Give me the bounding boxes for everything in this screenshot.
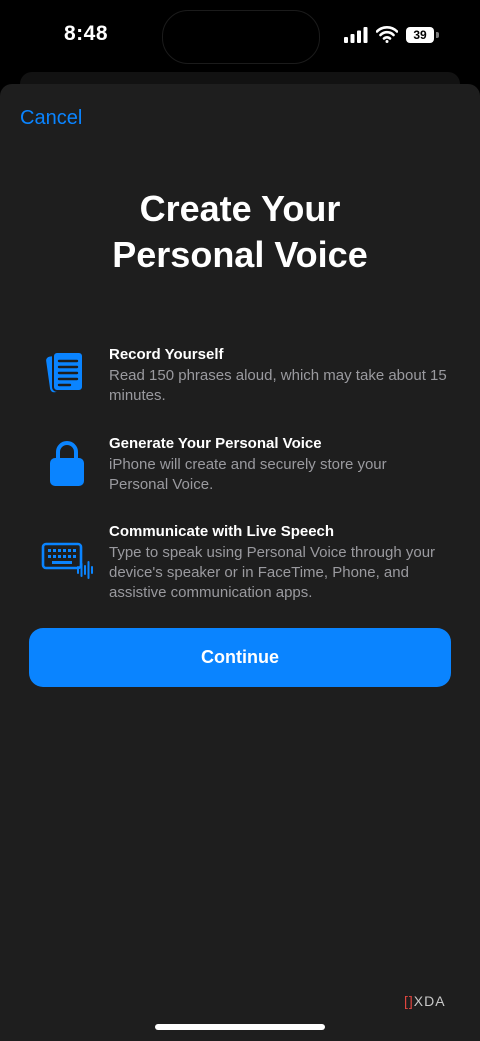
status-bar: 8:48 39 xyxy=(0,0,480,72)
lock-icon xyxy=(50,441,84,486)
feature-title: Generate Your Personal Voice xyxy=(109,435,322,452)
page-title: Create Your Personal Voice xyxy=(40,186,440,278)
feature-live-speech: Communicate with Live Speech Type to spe… xyxy=(0,523,480,603)
watermark-text: XDA xyxy=(413,993,446,1009)
battery-cap xyxy=(436,32,439,38)
document-icon xyxy=(46,351,84,393)
cellular-signal-icon xyxy=(344,27,368,43)
continue-button[interactable]: Continue xyxy=(29,628,451,687)
feature-description: iPhone will create and securely store yo… xyxy=(109,456,387,493)
feature-record-yourself: Record Yourself Read 150 phrases aloud, … xyxy=(0,346,480,426)
wifi-icon xyxy=(376,26,398,43)
page-title-line-1: Create Your xyxy=(139,188,341,229)
dynamic-island xyxy=(162,10,320,64)
xda-logo-icon: [] xyxy=(404,993,414,1009)
feature-title: Communicate with Live Speech xyxy=(109,523,335,540)
xda-watermark: []XDA xyxy=(404,993,446,1009)
page-title-line-2: Personal Voice xyxy=(112,234,368,275)
cancel-button[interactable]: Cancel xyxy=(20,107,82,130)
feature-description: Type to speak using Personal Voice throu… xyxy=(109,544,436,601)
feature-title: Record Yourself xyxy=(109,346,224,363)
home-indicator[interactable] xyxy=(155,1024,325,1030)
feature-description: Read 150 phrases aloud, which may take a… xyxy=(109,367,447,404)
feature-generate-voice: Generate Your Personal Voice iPhone will… xyxy=(0,435,480,515)
keyboard-waveform-icon xyxy=(41,542,93,579)
battery-icon: 39 xyxy=(406,27,434,43)
status-time: 8:48 xyxy=(64,22,109,45)
